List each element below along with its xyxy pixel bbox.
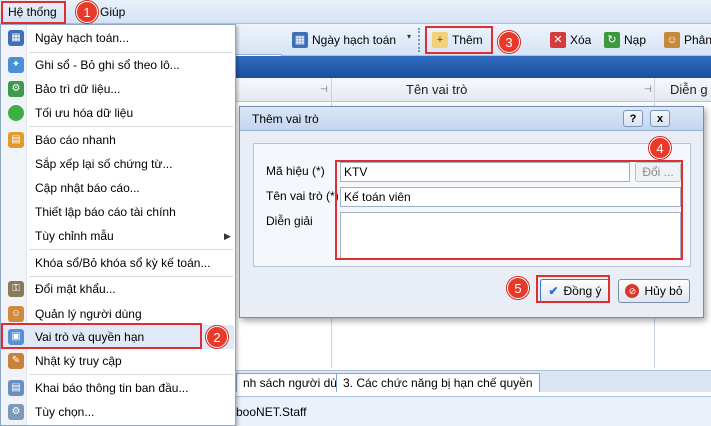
menu-item-label: Đổi mật khẩu... <box>35 282 116 296</box>
menu-item-label: Ngày hạch toán... <box>35 31 130 45</box>
huy-bo-button[interactable]: ⊘ Hủy bỏ <box>618 279 690 303</box>
menu-item-nhat-ky[interactable]: ✎ Nhật ký truy cập <box>2 349 234 373</box>
column-ten-vai-tro[interactable]: Tên vai trò <box>406 78 467 102</box>
pin-icon[interactable]: ⊣ <box>644 84 652 95</box>
menu-item-label: Tùy chọn... <box>35 405 95 419</box>
ten-vai-tro-label: Tên vai trò (*) <box>266 189 339 203</box>
menu-item-tuy-chon[interactable]: ⚙ Tùy chọn... <box>2 400 234 424</box>
toolbar-overflow-icon[interactable]: ▾ <box>407 32 411 41</box>
toolbar-grip <box>418 28 420 52</box>
menu-item-label: Khóa sổ/Bỏ khóa sổ kỳ kế toán... <box>35 256 211 270</box>
calendar-icon: ▦ <box>292 32 308 48</box>
detail-tabs: nh sách người dùng 3. Các chức năng bị h… <box>236 370 711 392</box>
annotation-box-2 <box>1 323 202 349</box>
column-dien-giai[interactable]: Diễn g <box>670 78 708 102</box>
menu-item-ngay-hach-toan[interactable]: ▦ Ngày hạch toán... <box>2 26 234 50</box>
menu-item-thiet-lap-bctc[interactable]: Thiết lập báo cáo tài chính <box>2 200 234 224</box>
menu-separator <box>29 126 233 127</box>
options-icon: ⚙ <box>8 404 24 420</box>
setup-icon: ▤ <box>8 380 24 396</box>
nap-button[interactable]: ↻ Nạp <box>600 27 650 53</box>
menu-item-khoa-so[interactable]: Khóa sổ/Bỏ khóa sổ kỳ kế toán... <box>2 251 234 275</box>
xoa-label: Xóa <box>570 33 592 47</box>
menu-item-label: Ghi sổ - Bỏ ghi sổ theo lô... <box>35 58 180 72</box>
statusbar: booNET.Staff <box>236 396 711 426</box>
annotation-box-3 <box>425 26 493 54</box>
menu-item-label: Cập nhật báo cáo... <box>35 181 140 195</box>
close-button[interactable]: x <box>650 110 670 127</box>
help-button[interactable]: ? <box>623 110 643 127</box>
menu-item-label: Bảo trì dữ liệu... <box>35 82 121 96</box>
xoa-button[interactable]: ✕ Xóa <box>546 27 595 53</box>
annotation-box-4 <box>335 160 683 260</box>
menu-item-label: Tùy chỉnh mẫu <box>35 229 114 243</box>
tab-chuc-nang-han-che[interactable]: 3. Các chức năng bị hạn chế quyền <box>336 373 540 392</box>
nap-label: Nạp <box>624 33 647 47</box>
log-icon: ✎ <box>8 353 24 369</box>
menu-item-toi-uu[interactable]: Tối ưu hóa dữ liệu <box>2 101 234 125</box>
users-icon: ☺ <box>8 306 24 322</box>
ngay-hach-toan-button[interactable]: ▦ Ngày hạch toán <box>288 27 400 53</box>
report-icon: ▤ <box>8 132 24 148</box>
menu-item-label: Sắp xếp lại số chứng từ... <box>35 157 173 171</box>
ledger-icon: ✦ <box>8 57 24 73</box>
annotation-badge-5: 5 <box>507 277 529 299</box>
cancel-icon: ⊘ <box>625 284 640 298</box>
annotation-box-1 <box>1 1 66 24</box>
menu-item-ghi-so[interactable]: ✦ Ghi sổ - Bỏ ghi sổ theo lô... <box>2 53 234 77</box>
phan-quyen-button[interactable]: ☺ Phân <box>660 27 711 53</box>
grid-header: ⊣ Tên vai trò ⊣ Diễn g <box>236 78 711 102</box>
menu-item-label: Báo cáo nhanh <box>35 133 116 147</box>
annotation-box-5 <box>536 275 610 303</box>
menu-item-cap-nhat-bao-cao[interactable]: Cập nhật báo cáo... <box>2 176 234 200</box>
dien-giai-label: Diễn giải <box>266 214 313 228</box>
menu-item-label: Nhật ký truy cập <box>35 354 122 368</box>
user-role-icon: ☺ <box>664 32 680 48</box>
menu-item-label: Tối ưu hóa dữ liệu <box>35 106 134 120</box>
optimize-icon <box>8 105 24 121</box>
menu-item-khai-bao[interactable]: ▤ Khai báo thông tin ban đầu... <box>2 376 234 400</box>
refresh-icon: ↻ <box>604 32 620 48</box>
menubar: Hệ thống Giúp <box>0 0 711 24</box>
menu-separator <box>29 249 233 250</box>
menu-item-label: Thiết lập báo cáo tài chính <box>35 205 176 219</box>
phan-label: Phân <box>684 33 711 47</box>
submenu-arrow-icon: ▶ <box>224 231 231 241</box>
ma-hieu-label: Mã hiệu (*) <box>266 164 325 178</box>
menu-item-label: Khai báo thông tin ban đầu... <box>35 381 189 395</box>
maintenance-icon: ⚙ <box>8 81 24 97</box>
delete-icon: ✕ <box>550 32 566 48</box>
annotation-badge-2: 2 <box>206 326 228 348</box>
annotation-badge-3: 3 <box>498 31 520 53</box>
menu-item-doi-mat-khau[interactable]: ⚿ Đổi mật khẩu... <box>2 277 234 301</box>
menu-giup[interactable]: Giúp <box>96 2 129 22</box>
annotation-badge-1: 1 <box>76 1 98 23</box>
header-band <box>236 56 711 78</box>
calendar-icon: ▦ <box>8 30 24 46</box>
ngay-hach-toan-label: Ngày hạch toán <box>312 33 397 47</box>
pin-icon[interactable]: ⊣ <box>320 84 328 95</box>
menu-item-bao-tri[interactable]: ⚙ Bảo trì dữ liệu... <box>2 77 234 101</box>
status-user: booNET.Staff <box>236 405 307 419</box>
menu-item-tuy-chinh-mau[interactable]: Tùy chỉnh mẫu ▶ <box>2 224 234 248</box>
he-thong-menu: ▦ Ngày hạch toán... ✦ Ghi sổ - Bỏ ghi sổ… <box>0 24 236 426</box>
menu-separator <box>29 374 233 375</box>
menu-item-bao-cao-nhanh[interactable]: ▤ Báo cáo nhanh <box>2 128 234 152</box>
huy-bo-label: Hủy bỏ <box>644 284 683 298</box>
key-icon: ⚿ <box>8 281 24 297</box>
annotation-badge-4: 4 <box>649 137 671 159</box>
menu-item-sap-xep[interactable]: Sắp xếp lại số chứng từ... <box>2 152 234 176</box>
